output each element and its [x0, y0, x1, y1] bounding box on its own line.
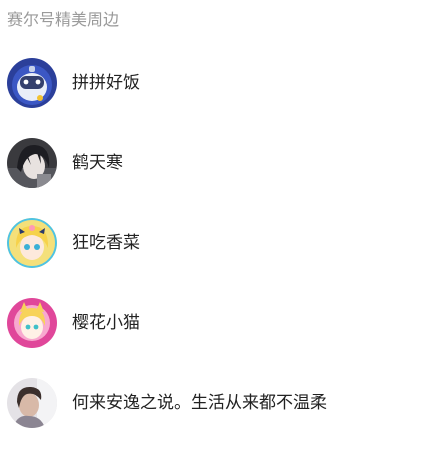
dark-haired-character-icon — [7, 138, 57, 188]
pink-cat-girl-avatar[interactable] — [7, 298, 57, 348]
list-item[interactable]: 樱花小猫 — [0, 293, 431, 353]
blonde-anime-girl-icon — [7, 218, 57, 268]
pink-cat-girl-icon — [7, 298, 57, 348]
blonde-anime-girl-avatar[interactable] — [7, 218, 57, 268]
user-name[interactable]: 狂吃香菜 — [72, 232, 140, 254]
person-photo-icon — [7, 378, 57, 428]
user-name[interactable]: 拼拼好饭 — [72, 72, 140, 94]
robot-mascot-icon — [7, 58, 57, 108]
user-name[interactable]: 樱花小猫 — [72, 312, 140, 334]
section-title: 赛尔号精美周边 — [7, 10, 120, 29]
person-photo-avatar[interactable] — [7, 378, 57, 428]
fan-list-panel: 赛尔号精美周边 拼拼好饭 鹤天寒 狂吃香菜 樱花小猫 何来安逸之说。生活从来都不… — [0, 0, 431, 451]
dark-haired-character-avatar[interactable] — [7, 138, 57, 188]
user-name[interactable]: 何来安逸之说。生活从来都不温柔 — [72, 392, 327, 414]
list-item[interactable]: 狂吃香菜 — [0, 213, 431, 273]
list-item[interactable]: 鹤天寒 — [0, 133, 431, 193]
list-item[interactable]: 拼拼好饭 — [0, 53, 431, 113]
list-item[interactable]: 何来安逸之说。生活从来都不温柔 — [0, 373, 431, 433]
robot-mascot-avatar[interactable] — [7, 58, 57, 108]
user-name[interactable]: 鹤天寒 — [72, 152, 123, 174]
